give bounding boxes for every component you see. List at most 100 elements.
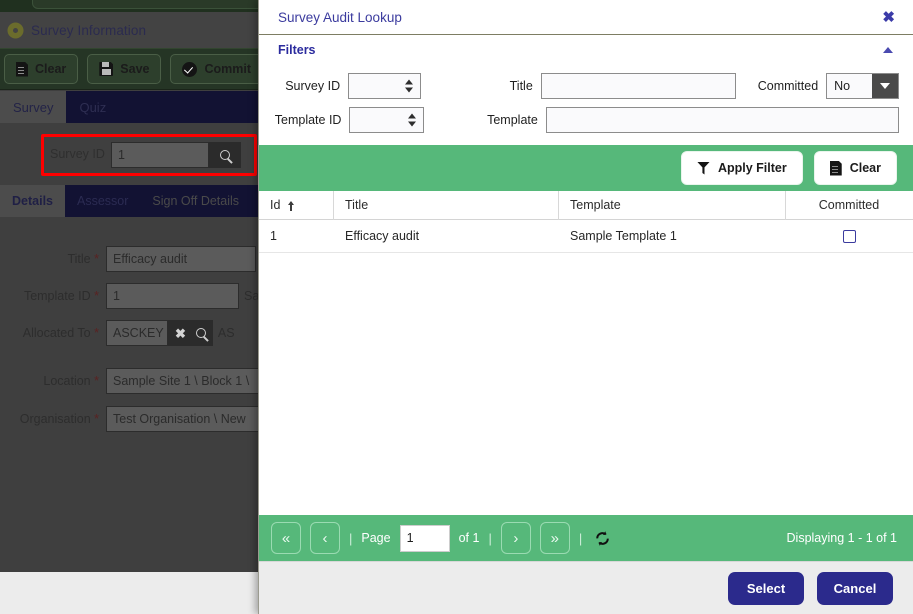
required-marker: * <box>94 412 99 426</box>
cancel-button[interactable]: Cancel <box>817 571 893 605</box>
required-marker: * <box>94 374 99 388</box>
stepper-arrows-icon[interactable] <box>404 79 413 93</box>
filters-header[interactable]: Filters <box>259 35 913 65</box>
filter-committed-value: No <box>834 79 851 93</box>
results-table: Id Title Template Committed 1 Efficacy a… <box>259 191 913 515</box>
template-id-label: Template ID * <box>23 289 99 303</box>
form-row-title: Title * Efficacy audit <box>0 245 256 273</box>
filters-heading: Filters <box>278 43 316 57</box>
next-page-button[interactable]: › <box>500 522 531 554</box>
filter-actions-bar: Apply Filter Clear <box>259 145 913 191</box>
previous-page-button[interactable]: ‹ <box>310 522 340 554</box>
funnel-icon <box>696 161 710 175</box>
caret-up-icon[interactable] <box>883 47 893 53</box>
survey-id-input[interactable]: 1 <box>111 142 209 168</box>
allocated-to-field[interactable]: ASCKEY <box>106 320 168 346</box>
floppy-disk-icon <box>99 62 114 76</box>
clear-filter-button[interactable]: Clear <box>813 151 897 185</box>
select-button[interactable]: Select <box>728 571 804 605</box>
filters-body: Survey ID Title Committed No Template ID <box>259 65 913 145</box>
save-button-label: Save <box>120 62 150 76</box>
required-marker: * <box>94 252 99 266</box>
background-bottom-edge <box>0 562 258 572</box>
search-icon[interactable] <box>195 328 206 338</box>
filter-template-id-label: Template ID <box>274 113 342 127</box>
survey-id-label: Survey ID <box>50 147 105 161</box>
organisation-field[interactable]: Test Organisation \ New <box>106 406 266 432</box>
page-number-input[interactable]: 1 <box>399 524 450 552</box>
cell-id: 1 <box>270 229 277 243</box>
location-label: Location * <box>43 374 99 388</box>
page-title: Survey Information <box>31 22 147 38</box>
background-title-bar: Survey Information <box>0 12 270 48</box>
apply-filter-button[interactable]: Apply Filter <box>680 151 803 185</box>
clear-button-label: Clear <box>35 62 67 76</box>
x-icon[interactable]: ✖ <box>175 327 186 340</box>
filter-survey-id-input[interactable] <box>348 73 421 99</box>
commit-button[interactable]: Commit <box>170 54 264 84</box>
form-row-template-id: Template ID * 1 Sa <box>0 282 259 310</box>
organisation-label: Organisation * <box>19 412 99 426</box>
last-page-button[interactable]: » <box>539 522 570 554</box>
pager-separator: | <box>488 530 492 546</box>
filter-template-id-input[interactable] <box>349 107 424 133</box>
pager-separator: | <box>349 530 353 546</box>
dialog-header: Survey Audit Lookup ✖ <box>259 0 913 35</box>
column-header-template[interactable]: Template <box>559 191 786 220</box>
document-icon <box>16 61 28 77</box>
survey-id-search-button[interactable] <box>209 142 241 168</box>
background-toolbar: Clear Save Commit <box>0 48 270 90</box>
sort-ascending-icon <box>287 200 294 211</box>
committed-checkbox[interactable] <box>842 229 856 243</box>
background-tab-bar: Survey Quiz <box>0 91 270 123</box>
displaying-status: Displaying 1 - 1 of 1 <box>786 531 897 545</box>
apply-filter-label: Apply Filter <box>717 161 787 175</box>
filter-committed-label: Committed <box>757 79 819 93</box>
table-row[interactable]: 1 Efficacy audit Sample Template 1 <box>259 220 913 253</box>
screen: Survey Information Clear Save Commit Sur… <box>0 0 913 614</box>
required-marker: * <box>94 289 99 303</box>
allocated-to-controls: ✖ <box>168 320 213 346</box>
survey-audit-lookup-dialog: Survey Audit Lookup ✖ Filters Survey ID … <box>258 0 913 614</box>
filter-template-input[interactable] <box>545 107 900 133</box>
required-marker: * <box>94 326 99 340</box>
background-top-strip-tab <box>32 0 266 9</box>
filter-title-input[interactable] <box>540 73 737 99</box>
filter-template-label: Template <box>487 113 538 127</box>
save-button[interactable]: Save <box>87 54 162 84</box>
stepper-arrows-icon[interactable] <box>407 113 416 127</box>
form-row-location: Location * Sample Site 1 \ Block 1 \ <box>0 367 266 395</box>
location-field[interactable]: Sample Site 1 \ Block 1 \ <box>106 368 266 394</box>
dialog-title: Survey Audit Lookup <box>278 9 402 25</box>
subtab-sign-off-details[interactable]: Sign Off Details <box>140 185 251 217</box>
filter-row-2: Template ID Template <box>273 103 900 137</box>
allocated-to-label: Allocated To * <box>22 326 99 340</box>
title-field[interactable]: Efficacy audit <box>106 246 256 272</box>
column-header-committed[interactable]: Committed <box>786 191 912 220</box>
refresh-icon[interactable] <box>594 530 611 547</box>
tab-quiz[interactable]: Quiz <box>66 91 119 123</box>
page-count-label: of 1 <box>458 531 480 545</box>
commit-button-label: Commit <box>204 62 252 76</box>
dialog-footer: Select Cancel <box>259 561 913 614</box>
tab-survey[interactable]: Survey <box>0 91 67 123</box>
first-page-button[interactable]: « <box>271 522 301 554</box>
pagination-bar: « ‹ | Page 1 of 1 | › » | Displaying 1 -… <box>259 515 913 561</box>
check-circle-icon <box>182 61 198 77</box>
cell-template: Sample Template 1 <box>570 229 677 243</box>
clear-button[interactable]: Clear <box>4 54 79 84</box>
allocated-to-aux-text: AS <box>217 326 235 340</box>
subtab-details[interactable]: Details <box>0 185 65 217</box>
column-header-title[interactable]: Title <box>334 191 559 220</box>
template-id-field[interactable]: 1 <box>106 283 239 309</box>
subtab-assessor[interactable]: Assessor <box>65 185 140 217</box>
form-row-allocated-to: Allocated To * ASCKEY ✖ AS <box>0 319 235 347</box>
pager-separator: | <box>578 530 583 546</box>
filter-committed-select[interactable]: No <box>826 73 899 99</box>
column-header-id[interactable]: Id <box>259 191 334 220</box>
filter-title-label: Title <box>509 79 533 93</box>
chevron-down-icon[interactable] <box>872 74 898 98</box>
cell-title: Efficacy audit <box>345 229 420 243</box>
cell-committed <box>786 220 912 253</box>
close-icon[interactable]: ✖ <box>882 10 895 25</box>
